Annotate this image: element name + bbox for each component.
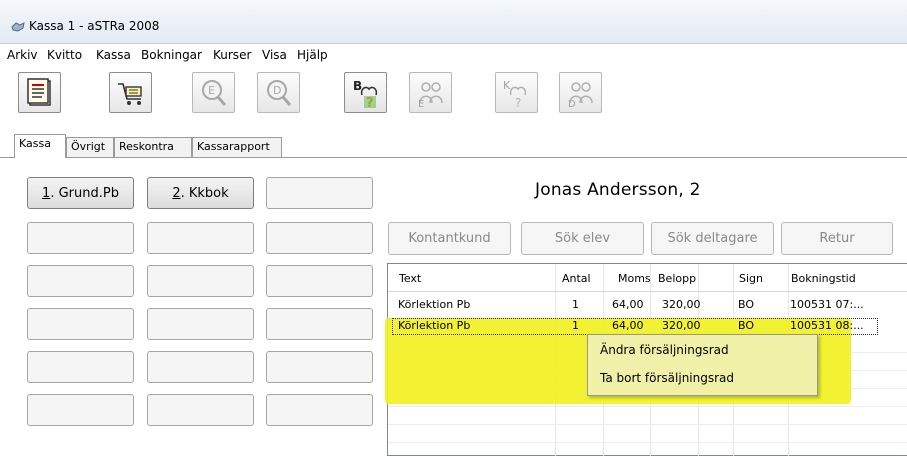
booking-search-button[interactable]: B ?	[344, 72, 387, 113]
kkbok-button[interactable]: 2. Kkbok	[147, 177, 254, 209]
svg-text:B: B	[353, 79, 362, 93]
context-menu: Ändra försäljningsrad Ta bort försäljnin…	[587, 334, 818, 396]
tab-kassarapport[interactable]: Kassarapport	[192, 137, 282, 157]
tab-label: Kassarapport	[197, 140, 270, 153]
quick-button-empty[interactable]	[147, 222, 254, 254]
svg-text:E: E	[418, 99, 424, 109]
svg-text:D: D	[273, 84, 281, 97]
title-bar: Kassa 1 - aSTRa 2008	[0, 0, 907, 44]
menu-item-edit-row[interactable]: Ändra försäljningsrad	[600, 343, 729, 357]
row-divider	[388, 406, 907, 407]
sok-elev-button[interactable]: Sök elev	[521, 222, 644, 255]
menu-kassa[interactable]: Kassa	[96, 48, 131, 62]
quick-button-empty[interactable]	[27, 394, 134, 426]
people-d-icon: D	[568, 82, 593, 109]
people-e-icon: E	[418, 82, 443, 109]
quick-button-empty[interactable]	[266, 351, 373, 383]
column-header-text[interactable]: Text	[399, 272, 421, 285]
quick-button-empty[interactable]	[266, 394, 373, 426]
people-e-button[interactable]: E	[409, 72, 452, 113]
quick-button-empty[interactable]	[266, 308, 373, 340]
header-divider	[388, 291, 907, 292]
cell-antal: 1	[572, 319, 579, 332]
grund-pb-label: 1. Grund.Pb	[42, 185, 119, 201]
search-d-icon: D	[267, 80, 292, 106]
cell-moms: 64,00	[612, 298, 644, 311]
customer-name: Jonas Andersson, 2	[535, 180, 701, 200]
column-header-belopp[interactable]: Belopp	[658, 272, 696, 285]
cell-moms: 64,00	[612, 319, 644, 332]
table-row[interactable]: Körlektion Pb 1 64,00 320,00 BO 100531 0…	[387, 297, 907, 314]
people-k-button[interactable]: K ?	[495, 72, 538, 113]
booking-b-question-icon: B ?	[353, 79, 378, 109]
search-e-icon: E	[202, 80, 227, 106]
menu-hjalp[interactable]: Hjälp	[297, 48, 328, 62]
quick-button-empty[interactable]	[27, 265, 134, 297]
cell-belopp: 320,00	[662, 298, 701, 311]
cell-antal: 1	[572, 298, 579, 311]
toolbar: E D B ? E K ?	[0, 66, 907, 132]
table-row-selected[interactable]: Körlektion Pb 1 64,00 320,00 BO 100531 0…	[392, 318, 878, 335]
tab-label: Kassa	[19, 137, 51, 150]
tab-label: Övrigt	[71, 140, 106, 153]
people-d-button[interactable]: D	[559, 72, 602, 113]
receipt-button[interactable]	[18, 72, 61, 113]
cell-sign: BO	[738, 319, 755, 332]
window-title: Kassa 1 - aSTRa 2008	[29, 19, 160, 33]
menu-visa[interactable]: Visa	[262, 48, 287, 62]
sok-deltagare-button[interactable]: Sök deltagare	[651, 222, 774, 255]
tab-reskontra[interactable]: Reskontra	[114, 137, 192, 157]
quick-button-empty[interactable]	[147, 351, 254, 383]
quick-button-empty[interactable]	[147, 394, 254, 426]
kontantkund-button[interactable]: Kontantkund	[388, 222, 511, 255]
svg-text:?: ?	[515, 96, 521, 109]
tab-kassa[interactable]: Kassa	[14, 134, 66, 158]
column-header-sign[interactable]: Sign	[739, 272, 763, 285]
quick-button-empty[interactable]	[147, 265, 254, 297]
document-list-icon	[27, 78, 51, 106]
quick-button-empty[interactable]	[266, 177, 373, 209]
quick-button-empty[interactable]	[266, 222, 373, 254]
quick-button-empty[interactable]	[27, 351, 134, 383]
column-header-moms[interactable]: Moms	[618, 272, 651, 285]
tab-strip: Kassa Övrigt Reskontra Kassarapport	[0, 132, 907, 158]
retur-button[interactable]: Retur	[781, 222, 893, 255]
grund-pb-button[interactable]: 1. Grund.Pb	[27, 177, 134, 209]
quick-button-empty[interactable]	[27, 308, 134, 340]
cell-bokningstid: 100531 08:...	[790, 319, 864, 332]
column-header-bokningstid[interactable]: Bokningstid	[791, 272, 856, 285]
row-divider	[388, 442, 907, 443]
quick-button-empty[interactable]	[266, 265, 373, 297]
svg-text:D: D	[568, 99, 576, 109]
tab-ovrigt[interactable]: Övrigt	[66, 137, 114, 157]
quick-button-empty[interactable]	[27, 222, 134, 254]
shopping-cart-icon	[118, 83, 142, 105]
cell-text: Körlektion Pb	[398, 298, 471, 311]
search-d-button[interactable]: D	[257, 72, 300, 113]
cell-text: Körlektion Pb	[398, 319, 471, 332]
cell-sign: BO	[738, 298, 755, 311]
menu-bokningar[interactable]: Bokningar	[141, 48, 202, 62]
svg-text:E: E	[208, 84, 215, 97]
row-divider	[388, 424, 907, 425]
app-icon	[11, 22, 25, 32]
cell-belopp: 320,00	[662, 319, 701, 332]
quick-button-empty[interactable]	[147, 308, 254, 340]
tab-label: Reskontra	[119, 140, 174, 153]
search-e-button[interactable]: E	[192, 72, 235, 113]
svg-text:K: K	[503, 79, 511, 92]
menu-kurser[interactable]: Kurser	[213, 48, 251, 62]
menu-item-delete-row[interactable]: Ta bort försäljningsrad	[600, 371, 734, 385]
column-header-antal[interactable]: Antal	[562, 272, 591, 285]
menu-kvitto[interactable]: Kvitto	[47, 48, 82, 62]
cell-bokningstid: 100531 07:...	[790, 298, 864, 311]
menu-bar: Arkiv Kvitto Kassa Bokningar Kurser Visa…	[0, 44, 907, 66]
cart-button[interactable]	[109, 72, 152, 113]
menu-arkiv[interactable]: Arkiv	[7, 48, 38, 62]
kkbok-label: 2. Kkbok	[172, 185, 229, 201]
people-k-question-icon: K ?	[503, 79, 527, 109]
